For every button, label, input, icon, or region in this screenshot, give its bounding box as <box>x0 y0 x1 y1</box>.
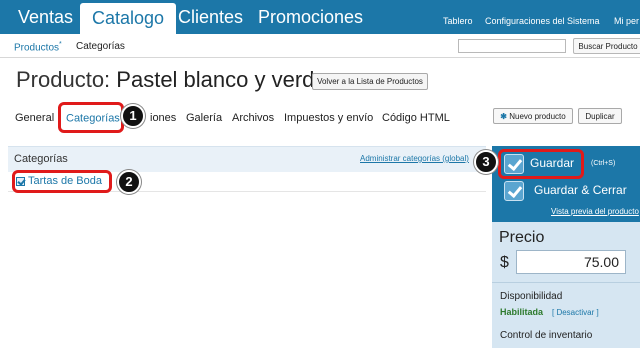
sub-navigation-bar: Productos* Categorías Buscar Producto <box>0 34 640 58</box>
search-product-button[interactable]: Buscar Producto <box>573 38 640 54</box>
top-navigation-bar: Ventas Catalogo Clientes Promociones Tab… <box>0 0 640 34</box>
back-to-products-button[interactable]: Volver a la Lista de Productos <box>312 73 428 90</box>
nav-tab-catalogo[interactable]: Catalogo <box>80 3 177 34</box>
my-profile-link[interactable]: Mi per <box>614 16 639 26</box>
availability-label: Disponibilidad <box>500 291 563 302</box>
currency-symbol: $ <box>500 254 509 271</box>
product-preview-link[interactable]: Vista previa del producto <box>551 207 639 216</box>
app-root: { "topnav": { "tabs": [ {"label": "Venta… <box>0 0 640 348</box>
highlight-category-item <box>12 170 112 193</box>
tab-galeria[interactable]: Galería <box>186 112 222 124</box>
price-input[interactable]: 75.00 <box>516 250 626 274</box>
tab-codigo-html[interactable]: Código HTML <box>382 112 450 124</box>
tab-archivos[interactable]: Archivos <box>232 112 274 124</box>
step-badge-3: 3 <box>474 150 498 174</box>
page-title: Producto: Pastel blanco y verde <box>16 67 327 93</box>
subnav-productos[interactable]: Productos* <box>14 41 62 53</box>
duplicate-button[interactable]: Duplicar <box>578 108 622 124</box>
save-shortcut-hint: (Ctrl+S) <box>591 160 616 167</box>
new-product-button[interactable]: ✱ Nuevo producto <box>493 108 573 124</box>
active-marker: * <box>59 41 62 48</box>
subnav-categorias[interactable]: Categorías <box>76 41 125 52</box>
new-product-label: Nuevo producto <box>509 112 566 121</box>
deactivate-link[interactable]: [ Desactivar ] <box>552 308 599 317</box>
product-search-input[interactable] <box>458 39 566 53</box>
categories-panel-header: Categorías Administrar categorías (globa… <box>8 146 486 172</box>
nav-tab-ventas[interactable]: Ventas <box>18 0 73 34</box>
divider <box>492 282 640 283</box>
check-icon <box>504 181 524 201</box>
system-settings-link[interactable]: Configuraciones del Sistema <box>485 16 600 26</box>
nav-tab-clientes[interactable]: Clientes <box>178 0 243 34</box>
save-and-close-button[interactable]: Guardar & Cerrar <box>534 183 627 197</box>
availability-status: Habilitada <box>500 307 544 317</box>
highlight-save-button <box>498 149 584 179</box>
page-title-prefix: Producto: <box>16 67 111 92</box>
nav-tab-promociones[interactable]: Promociones <box>258 0 363 34</box>
tab-impuestos-envio[interactable]: Impuestos y envío <box>284 112 373 124</box>
price-label: Precio <box>499 229 545 246</box>
categories-header: Categorías <box>14 153 68 165</box>
manage-categories-link[interactable]: Administrar categorías (global) <box>360 154 485 163</box>
highlight-categorias-tab <box>58 102 124 133</box>
inventory-control-label: Control de inventario <box>500 330 593 341</box>
subnav-productos-label: Productos <box>14 42 60 54</box>
new-product-icon: ✱ <box>500 112 507 121</box>
tab-opciones[interactable]: iones <box>150 112 176 124</box>
step-badge-1: 1 <box>121 104 145 128</box>
dashboard-link[interactable]: Tablero <box>443 16 473 26</box>
product-name: Pastel blanco y verde <box>116 67 327 92</box>
step-badge-2: 2 <box>117 170 141 194</box>
tab-general[interactable]: General <box>15 112 54 124</box>
